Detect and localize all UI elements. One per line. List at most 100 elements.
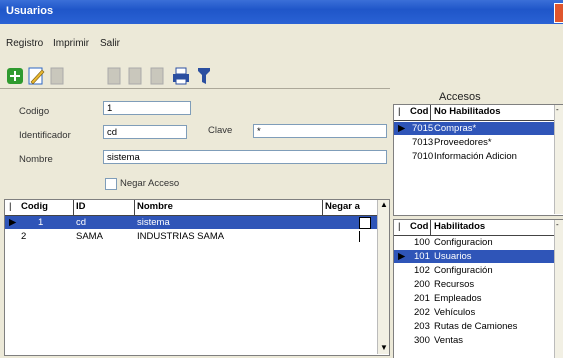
- row-indicator-header: |: [398, 221, 401, 232]
- cell-nombre: INDUSTRIAS SAMA: [137, 231, 225, 242]
- users-table-scrollbar[interactable]: ▲ ▼: [377, 200, 389, 354]
- cell-codigo: 2: [21, 231, 27, 242]
- list-item[interactable]: 202 Vehículos: [394, 306, 554, 319]
- title-bar: Usuarios: [0, 0, 563, 24]
- cell-name: Empleados: [434, 293, 482, 304]
- list-item[interactable]: 201 Empleados: [394, 292, 554, 305]
- cell-id: cd: [76, 217, 87, 228]
- col-divider: [430, 220, 431, 235]
- scroll-down-icon[interactable]: ▼: [380, 343, 388, 352]
- cell-name: Compras*: [434, 123, 477, 134]
- col-divider: [322, 200, 323, 215]
- cell-cod: 201: [414, 293, 430, 304]
- row-pointer-icon: ▶: [398, 123, 406, 134]
- accesos-title: Accesos: [439, 91, 481, 103]
- users-table-header: | Codig ID Nombre Negar a: [5, 200, 377, 216]
- edit-icon[interactable]: [27, 66, 45, 86]
- cell-name: Usuarios: [434, 251, 472, 262]
- cell-name: Configuración: [434, 265, 493, 276]
- identificador-field[interactable]: cd: [103, 125, 187, 139]
- row-pointer-icon: ▶: [9, 217, 17, 228]
- disabled-icon[interactable]: [48, 66, 66, 86]
- nombre-field[interactable]: sistema: [103, 150, 387, 164]
- table-row[interactable]: ▶ 1 cd sistema: [5, 216, 377, 229]
- col-divider: [73, 200, 74, 215]
- no-habilitados-scrollbar[interactable]: -: [554, 105, 563, 214]
- cell-codigo: 1: [38, 217, 44, 228]
- no-habilitados-table[interactable]: | Cod No Habilitados ▶ 7015 Compras* 701…: [393, 104, 563, 216]
- cell-name: Ventas: [434, 335, 464, 346]
- scroll-up-icon[interactable]: -: [556, 220, 559, 229]
- codigo-label: Codigo: [19, 106, 50, 117]
- cell-name: Configuracion: [434, 237, 493, 248]
- row-pointer-icon: ▶: [398, 251, 406, 262]
- col-cod-header[interactable]: Cod: [410, 106, 428, 117]
- negar-acceso-checkbox[interactable]: [105, 178, 117, 190]
- toolbar: [0, 50, 563, 88]
- toolbar-separator: [0, 88, 390, 89]
- col-habilitados-header[interactable]: Habilitados: [434, 221, 485, 232]
- scroll-up-icon[interactable]: ▲: [380, 200, 388, 209]
- cell-id: SAMA: [76, 231, 103, 242]
- identificador-label: Identificador: [19, 130, 71, 141]
- col-codigo-header[interactable]: Codig: [21, 201, 48, 212]
- col-cod-header[interactable]: Cod: [410, 221, 428, 232]
- row-indicator-header: |: [9, 201, 12, 212]
- cell-nombre: sistema: [137, 217, 170, 228]
- disabled-icon[interactable]: [126, 66, 144, 86]
- habilitados-table[interactable]: | Cod Habilitados 100 Configuracion ▶ 10…: [393, 219, 563, 358]
- list-item[interactable]: 7013 Proveedores*: [394, 136, 554, 149]
- col-no-habilitados-header[interactable]: No Habilitados: [434, 106, 501, 117]
- clave-field[interactable]: *: [253, 124, 387, 138]
- menu-salir[interactable]: Salir: [100, 38, 120, 49]
- nombre-label: Nombre: [19, 154, 53, 165]
- cell-cod: 102: [414, 265, 430, 276]
- menu-bar: Registro Imprimir Salir: [0, 24, 563, 50]
- scroll-up-icon[interactable]: -: [556, 105, 559, 114]
- cell-cod: 202: [414, 307, 430, 318]
- cell-name: Proveedores*: [434, 137, 492, 148]
- users-table[interactable]: | Codig ID Nombre Negar a ▶ 1 cd sistema…: [4, 199, 390, 356]
- cell-name: Recursos: [434, 279, 475, 290]
- list-item[interactable]: ▶ 101 Usuarios: [394, 250, 554, 263]
- cell-cod: 7015: [412, 123, 434, 134]
- list-item[interactable]: 203 Rutas de Camiones: [394, 320, 554, 333]
- filter-icon[interactable]: [195, 66, 213, 86]
- list-item[interactable]: 100 Configuracion: [394, 236, 554, 249]
- negar-acceso-label: Negar Acceso: [120, 178, 180, 189]
- list-item[interactable]: 300 Ventas: [394, 334, 554, 347]
- list-item[interactable]: 7010 Información Adicion: [394, 150, 554, 163]
- no-habilitados-header: | Cod No Habilitados: [394, 105, 554, 121]
- row-indicator-header: |: [398, 106, 401, 117]
- list-item[interactable]: 102 Configuración: [394, 264, 554, 277]
- habilitados-scrollbar[interactable]: -: [554, 220, 563, 358]
- cell-name: Vehículos: [434, 307, 476, 318]
- menu-registro[interactable]: Registro: [6, 38, 43, 49]
- cell-cod: 203: [414, 321, 430, 332]
- cell-cod: 100: [414, 237, 430, 248]
- cell-cod: 200: [414, 279, 430, 290]
- add-icon[interactable]: [6, 66, 24, 86]
- close-button[interactable]: [554, 3, 563, 23]
- codigo-field[interactable]: 1: [103, 101, 191, 115]
- list-item[interactable]: ▶ 7015 Compras*: [394, 122, 554, 135]
- window-title: Usuarios: [6, 5, 54, 17]
- disabled-icon[interactable]: [148, 66, 166, 86]
- negar-cell[interactable]: [359, 231, 360, 242]
- col-id-header[interactable]: ID: [76, 201, 86, 212]
- list-item[interactable]: 200 Recursos: [394, 278, 554, 291]
- col-divider: [134, 200, 135, 215]
- cell-name: Rutas de Camiones: [434, 321, 518, 332]
- menu-imprimir[interactable]: Imprimir: [53, 38, 89, 49]
- disabled-icon[interactable]: [105, 66, 123, 86]
- col-negar-header[interactable]: Negar a: [325, 201, 360, 212]
- col-divider: [430, 105, 431, 120]
- cell-cod: 7010: [412, 151, 434, 162]
- cell-cod: 7013: [412, 137, 434, 148]
- print-icon[interactable]: [172, 66, 190, 86]
- cell-cod: 300: [414, 335, 430, 346]
- table-row[interactable]: 2 SAMA INDUSTRIAS SAMA: [5, 230, 377, 243]
- habilitados-header: | Cod Habilitados: [394, 220, 554, 236]
- col-nombre-header[interactable]: Nombre: [137, 201, 173, 212]
- negar-checkbox[interactable]: [359, 217, 371, 229]
